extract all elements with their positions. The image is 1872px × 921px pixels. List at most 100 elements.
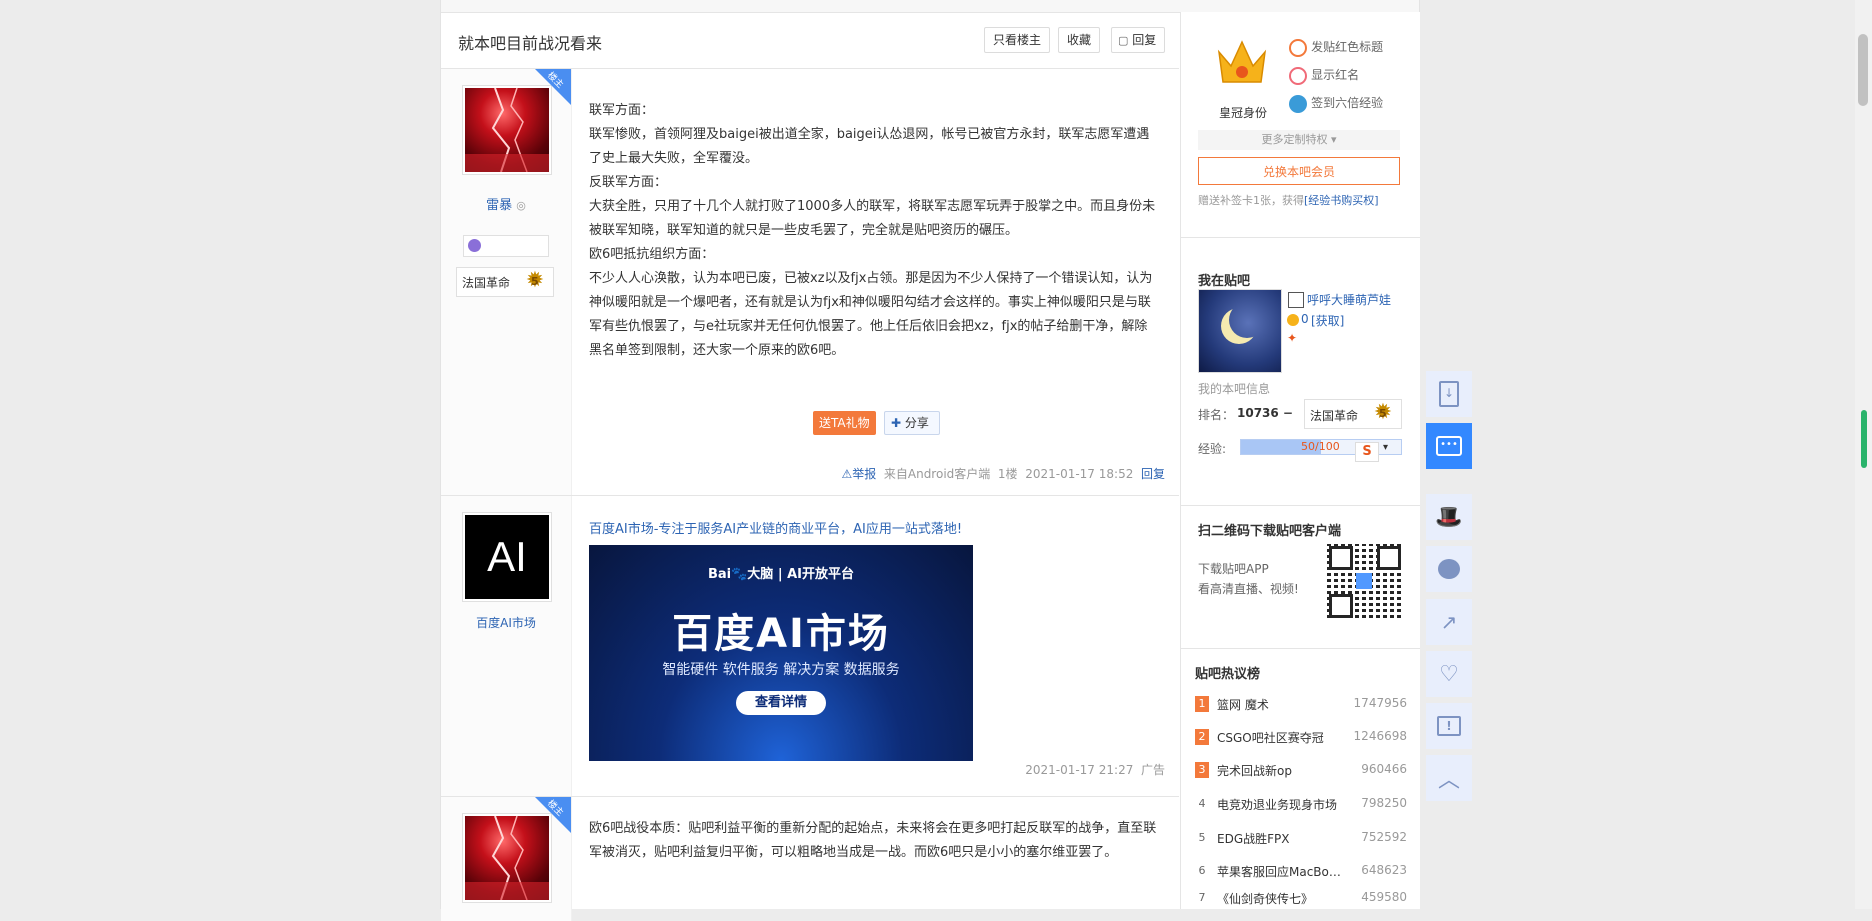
hot-rank: 4 <box>1198 797 1206 810</box>
perk-item: 显示红名 <box>1289 66 1383 94</box>
detective-button[interactable]: 🎩 <box>1426 494 1472 540</box>
level-number: 5 <box>531 275 539 288</box>
ad-banner-title: 百度AI市场 <box>672 611 890 657</box>
username-link[interactable]: 呼呼大睡萌芦娃 <box>1307 291 1391 308</box>
thread-main: 就本吧目前战况看来 只看楼主 收藏 ▢ 回复 楼主 雷暴 ◎ 法国革命 ✹ 5 … <box>441 12 1179 921</box>
more-perks-toggle[interactable]: 更多定制特权 ▾ <box>1198 130 1400 150</box>
ad-time: 2021-01-17 21:27 <box>1025 763 1134 777</box>
post-paragraph: 大获全胜，只用了十几个人就打败了1000多人的联军，将联军志愿军玩弄于股掌之中。… <box>589 199 1156 238</box>
level-tag[interactable]: 法国革命 ✹ 5 <box>456 267 554 297</box>
report-label: 举报 <box>852 467 877 481</box>
report-link[interactable]: ⚠举报 <box>841 467 876 481</box>
qr-heading: 扫二维码下载贴吧客户端 <box>1198 524 1342 539</box>
my-info-label: 我的本吧信息 <box>1198 382 1271 396</box>
report-float-button[interactable]: ! <box>1426 703 1472 749</box>
ad-banner-detail-button[interactable]: 查看详情 <box>736 691 826 715</box>
level-tag-name: 法国革命 <box>462 276 511 290</box>
perk-list: 发贴红色标题 显示红名 签到六倍经验 <box>1289 38 1383 122</box>
hot-list-item[interactable]: 1 篮网 魔术 1747956 <box>1195 694 1407 714</box>
chevron-down-icon[interactable]: ▾ <box>1383 442 1388 453</box>
post-author-panel: 楼主 <box>441 797 572 921</box>
post-content: 联军方面： 联军惨败，首领阿狸及baigei被出道全家，baigei认怂退网，帐… <box>589 99 1159 363</box>
hot-rank: 6 <box>1198 864 1206 877</box>
hot-list-item[interactable]: 4 电竞劝退业务现身市场 798250 <box>1195 794 1408 814</box>
only-op-button[interactable]: 只看楼主 <box>984 27 1051 53</box>
post-meta: ⚠举报 来自Android客户端 1楼 2021-01-17 18:52 回复 <box>841 465 1165 482</box>
member-exchange-button[interactable]: 兑换本吧会员 <box>1198 157 1400 185</box>
page-container: 就本吧目前战况看来 只看楼主 收藏 ▢ 回复 楼主 雷暴 ◎ 法国革命 ✹ 5 … <box>440 0 1420 921</box>
author-name-row: 雷暴 ◎ <box>441 194 571 213</box>
user-avatar[interactable] <box>1198 289 1282 373</box>
post-floor-3: 楼主 欧6吧战役本质：贴吧利益平衡的重新分配的起始点，未来将会在更多吧打起反联军… <box>441 797 1179 921</box>
op-badge-label: 楼主 <box>545 70 565 91</box>
send-gift-button[interactable]: 送TA礼物 <box>813 411 876 435</box>
post-reply-link[interactable]: 回复 <box>1141 467 1165 481</box>
post-paragraph: 联军惨败，首领阿狸及baigei被出道全家，baigei认怂退网，帐号已被官方永… <box>589 127 1150 166</box>
hot-title: 《仙剑奇侠传七》 <box>1217 892 1314 906</box>
scrollbar-thumb[interactable] <box>1858 34 1868 106</box>
qr-line-2: 看高清直播、视频! <box>1198 582 1299 596</box>
post-source: 来自Android客户端 <box>883 467 991 481</box>
back-to-top-button[interactable]: ︿ <box>1426 755 1472 801</box>
hot-rank: 3 <box>1195 762 1209 778</box>
promo-link[interactable]: [经验书购买权] <box>1304 194 1379 207</box>
game-icon: ✦ <box>1287 331 1298 345</box>
download-app-button[interactable]: ↓ <box>1426 371 1472 417</box>
reply-button-label: 回复 <box>1132 33 1157 47</box>
heart-icon: ♡ <box>1439 661 1459 687</box>
rank-level-tag[interactable]: 法国革命 ✹ 5 <box>1304 399 1402 429</box>
ad-banner-top: Bai🐾大脑 | AI开放平台 <box>707 567 855 582</box>
gender-icon: ◎ <box>516 199 526 212</box>
perk-label: 发贴红色标题 <box>1311 40 1384 54</box>
op-badge-label: 楼主 <box>545 798 565 819</box>
crown-icon <box>1215 36 1269 86</box>
promo-label: 赠送补签卡1张，获得 <box>1198 194 1304 207</box>
ad-label: 广告 <box>1140 763 1165 777</box>
post-floor-1: 楼主 雷暴 ◎ 法国革命 ✹ 5 联军方面： 联军惨败，首领阿狸及baigei被… <box>441 69 1179 496</box>
ad-banner[interactable]: Bai🐾大脑 | AI开放平台 百度AI市场 智能硬件 软件服务 解决方案 数据… <box>589 545 973 761</box>
hot-list-item[interactable]: 5 EDG战胜FPX 752592 <box>1195 828 1408 848</box>
hot-rank: 1 <box>1195 696 1209 712</box>
qr-line-1: 下载贴吧APP <box>1198 562 1269 576</box>
coin-icon <box>1287 314 1299 326</box>
sign-badge-icon[interactable]: S <box>1355 442 1379 462</box>
hot-count: 960466 <box>1361 762 1407 776</box>
hot-count: 752592 <box>1361 830 1407 844</box>
op-badge: 楼主 <box>535 69 571 105</box>
rank-tag-name: 法国革命 <box>1310 409 1359 423</box>
coin-get-link[interactable]: [获取] <box>1311 312 1344 329</box>
favorite-float-button[interactable]: ♡ <box>1426 651 1472 697</box>
ad-author-row: 百度AI市场 <box>441 614 571 631</box>
hot-title: EDG战胜FPX <box>1217 832 1290 846</box>
reply-button[interactable]: ▢ 回复 <box>1111 27 1166 53</box>
post-time: 2021-01-17 18:52 <box>1025 467 1134 481</box>
ad-link[interactable]: 百度AI市场-专注于服务AI产业链的商业平台，AI应用一站式落地! <box>589 518 962 537</box>
post-content: 欧6吧战役本质：贴吧利益平衡的重新分配的起始点，未来将会在更多吧打起反联军的战争… <box>589 821 1157 860</box>
chevron-up-icon: ︿ <box>1437 768 1460 793</box>
author-name[interactable]: 雷暴 <box>486 198 512 213</box>
ad-avatar[interactable]: AI <box>462 512 552 602</box>
hot-list-section: 贴吧热议榜 1 篮网 魔术 1747956 2 CSGO吧社区赛夺冠 1246698 3… <box>1181 649 1420 909</box>
thread-title-bar: 就本吧目前战况看来 只看楼主 收藏 ▢ 回复 <box>441 12 1179 69</box>
medal-icon <box>468 239 481 252</box>
detective-icon: 🎩 <box>1435 504 1463 530</box>
my-tieba-section: 我在贴吧 呼呼大睡萌芦娃 0 [获取] ✦ 我的本吧信息 排名： 10736 −… <box>1181 238 1420 506</box>
share-float-button[interactable]: ↗ <box>1426 599 1472 645</box>
hot-count: 648623 <box>1361 863 1407 877</box>
message-button[interactable]: ••• <box>1426 423 1472 469</box>
exp-label: 经验: <box>1198 442 1227 456</box>
hot-list-item[interactable]: 6 苹果客服回应MacBo… 648623 <box>1195 861 1408 881</box>
post-paragraph: 欧6吧抵抗组织方面： <box>589 247 715 262</box>
share-button[interactable]: ✚ 分享 <box>884 411 940 435</box>
hot-list-item[interactable]: 7 《仙剑奇侠传七》 459580 <box>1195 888 1408 908</box>
share-icon: ↗ <box>1440 610 1458 634</box>
ad-author-name[interactable]: 百度AI市场 <box>476 616 536 630</box>
hot-title: 篮网 魔术 <box>1217 698 1269 712</box>
hot-list-item[interactable]: 2 CSGO吧社区赛夺冠 1246698 <box>1195 727 1407 747</box>
perk-item: 发贴红色标题 <box>1289 38 1383 66</box>
favorite-button[interactable]: 收藏 <box>1058 27 1101 53</box>
hot-list-item[interactable]: 3 完术回战新op 960466 <box>1195 760 1407 780</box>
bear-button[interactable] <box>1426 546 1472 592</box>
perk-label: 显示红名 <box>1311 68 1360 82</box>
side-indicator <box>1861 410 1867 468</box>
